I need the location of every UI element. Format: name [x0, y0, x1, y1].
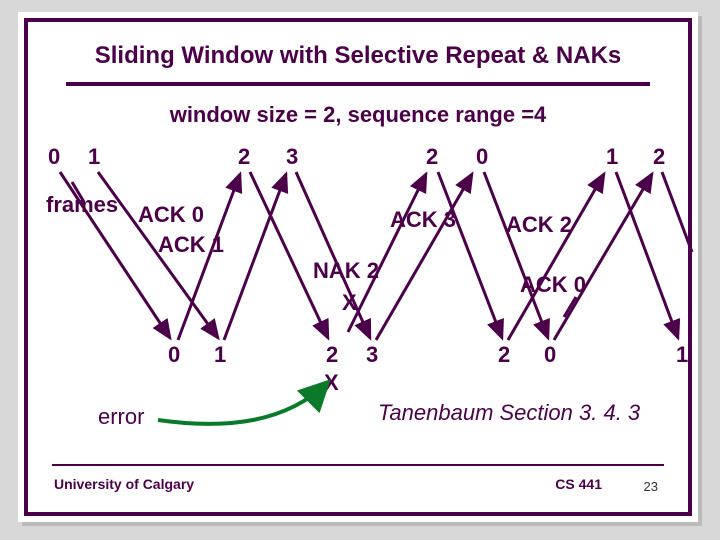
page-number: 23 [644, 479, 658, 494]
slide: Sliding Window with Selective Repeat & N… [18, 12, 698, 522]
slide-border: Sliding Window with Selective Repeat & N… [24, 18, 692, 516]
footer-left: University of Calgary [54, 476, 194, 492]
footer-rule [52, 464, 664, 466]
diagram-arrows [28, 22, 708, 532]
footer-right: CS 441 [555, 476, 602, 492]
